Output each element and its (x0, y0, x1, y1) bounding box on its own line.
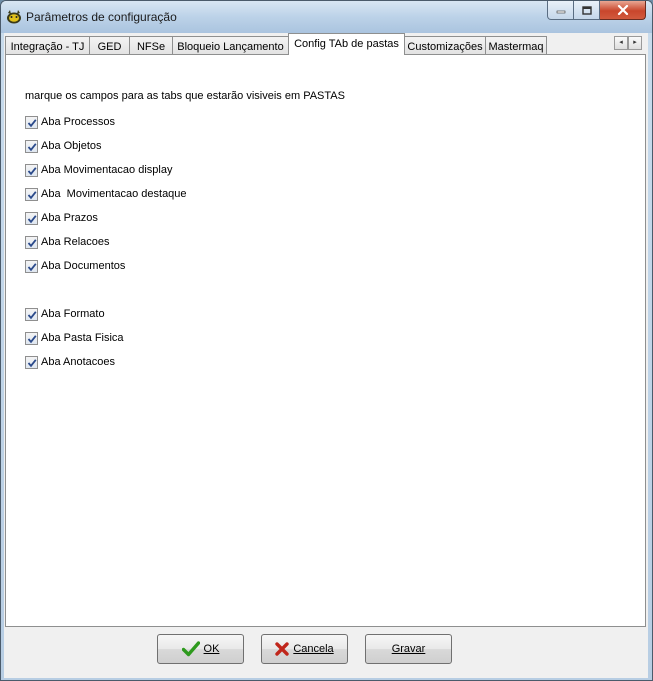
tab-scroll-left-button[interactable]: ◂ (614, 36, 628, 50)
cancel-button[interactable]: Cancela (261, 634, 348, 664)
checkbox[interactable] (25, 355, 38, 369)
checkbox-label: Aba Relacoes (41, 236, 110, 248)
checkmark-icon (27, 142, 37, 151)
maximize-button[interactable] (574, 1, 600, 20)
checkmark-icon (27, 358, 37, 367)
checkmark-icon (27, 262, 37, 271)
cancel-button-label: Cancela (293, 643, 334, 655)
button-bar: OK Cancela Gravar (4, 627, 648, 678)
minimize-button[interactable] (547, 1, 574, 20)
panel-caption: marque os campos para as tabs que estarã… (25, 90, 345, 102)
checkbox-aba-processos[interactable]: Aba Processos (25, 115, 115, 129)
checkbox-aba-anotacoes[interactable]: Aba Anotacoes (25, 355, 115, 369)
checkbox-aba-relacoes[interactable]: Aba Relacoes (25, 235, 110, 249)
config-window: Parâmetros de configuração Integração - … (0, 0, 653, 681)
tab-scroll-right-button[interactable]: ▸ (628, 36, 642, 50)
maximize-icon (581, 5, 592, 15)
checkbox[interactable] (25, 211, 38, 225)
checkbox[interactable] (25, 259, 38, 273)
window-controls (547, 1, 646, 21)
checkmark-icon (27, 238, 37, 247)
ok-button[interactable]: OK (157, 634, 244, 664)
checkbox-label: Aba Objetos (41, 140, 102, 152)
tab-bloqueio-lancamento[interactable]: Bloqueio Lançamento (172, 36, 289, 54)
minimize-icon (556, 10, 565, 14)
tab-nfse[interactable]: NFSe (129, 36, 173, 54)
checkbox[interactable] (25, 331, 38, 345)
checkbox-aba-pasta-fisica[interactable]: Aba Pasta Fisica (25, 331, 124, 345)
checkmark-icon (181, 641, 200, 657)
close-icon (617, 5, 628, 15)
checkbox-aba-objetos[interactable]: Aba Objetos (25, 139, 102, 153)
tab-mastermaq[interactable]: Mastermaq (485, 36, 547, 54)
checkmark-icon (27, 190, 37, 199)
checkbox-label: Aba Prazos (41, 212, 98, 224)
checkbox[interactable] (25, 163, 38, 177)
app-cat-icon (7, 10, 21, 24)
checkbox-label: Aba Processos (41, 116, 115, 128)
checkbox-aba-formato[interactable]: Aba Formato (25, 307, 105, 321)
checkbox-label: Aba Pasta Fisica (41, 332, 124, 344)
tab-integracao-tj[interactable]: Integração - TJ (5, 36, 90, 54)
title-bar[interactable]: Parâmetros de configuração (1, 1, 652, 33)
checkbox-label: Aba Movimentacao destaque (41, 188, 187, 200)
checkbox[interactable] (25, 115, 38, 129)
checkbox-label: Aba Anotacoes (41, 356, 116, 368)
checkbox-aba-prazos[interactable]: Aba Prazos (25, 211, 98, 225)
tab-panel-config-pastas: marque os campos para as tabs que estarã… (5, 54, 646, 627)
tab-config-tab-de-pastas[interactable]: Config TAb de pastas (288, 33, 405, 55)
checkbox-label: Aba Documentos (41, 260, 126, 272)
checkmark-icon (27, 214, 37, 223)
tab-customizacoes[interactable]: Customizações (404, 36, 486, 54)
checkbox[interactable] (25, 235, 38, 249)
checkbox-label: Aba Movimentacao display (41, 164, 173, 176)
save-button-label: Gravar (391, 643, 426, 655)
checkbox-aba-movimentacao-display[interactable]: Aba Movimentacao display (25, 163, 172, 177)
window-title: Parâmetros de configuração (26, 10, 177, 24)
checkbox-label: Aba Formato (41, 308, 105, 320)
checkbox[interactable] (25, 307, 38, 321)
checkbox[interactable] (25, 139, 38, 153)
checkbox-aba-movimentacao-destaque[interactable]: Aba Movimentacao destaque (25, 187, 187, 201)
checkbox-aba-documentos[interactable]: Aba Documentos (25, 259, 125, 273)
x-icon (275, 642, 290, 656)
checkmark-icon (27, 118, 37, 127)
dialog-client-area: Integração - TJ GED NFSe Bloqueio Lançam… (4, 33, 648, 678)
checkbox[interactable] (25, 187, 38, 201)
tab-strip: Integração - TJ GED NFSe Bloqueio Lançam… (4, 33, 648, 55)
close-button[interactable] (600, 1, 646, 20)
tab-ged[interactable]: GED (89, 36, 130, 54)
save-button[interactable]: Gravar (365, 634, 452, 664)
checkmark-icon (27, 334, 37, 343)
checkmark-icon (27, 310, 37, 319)
checkmark-icon (27, 166, 37, 175)
ok-button-label: OK (203, 643, 220, 655)
